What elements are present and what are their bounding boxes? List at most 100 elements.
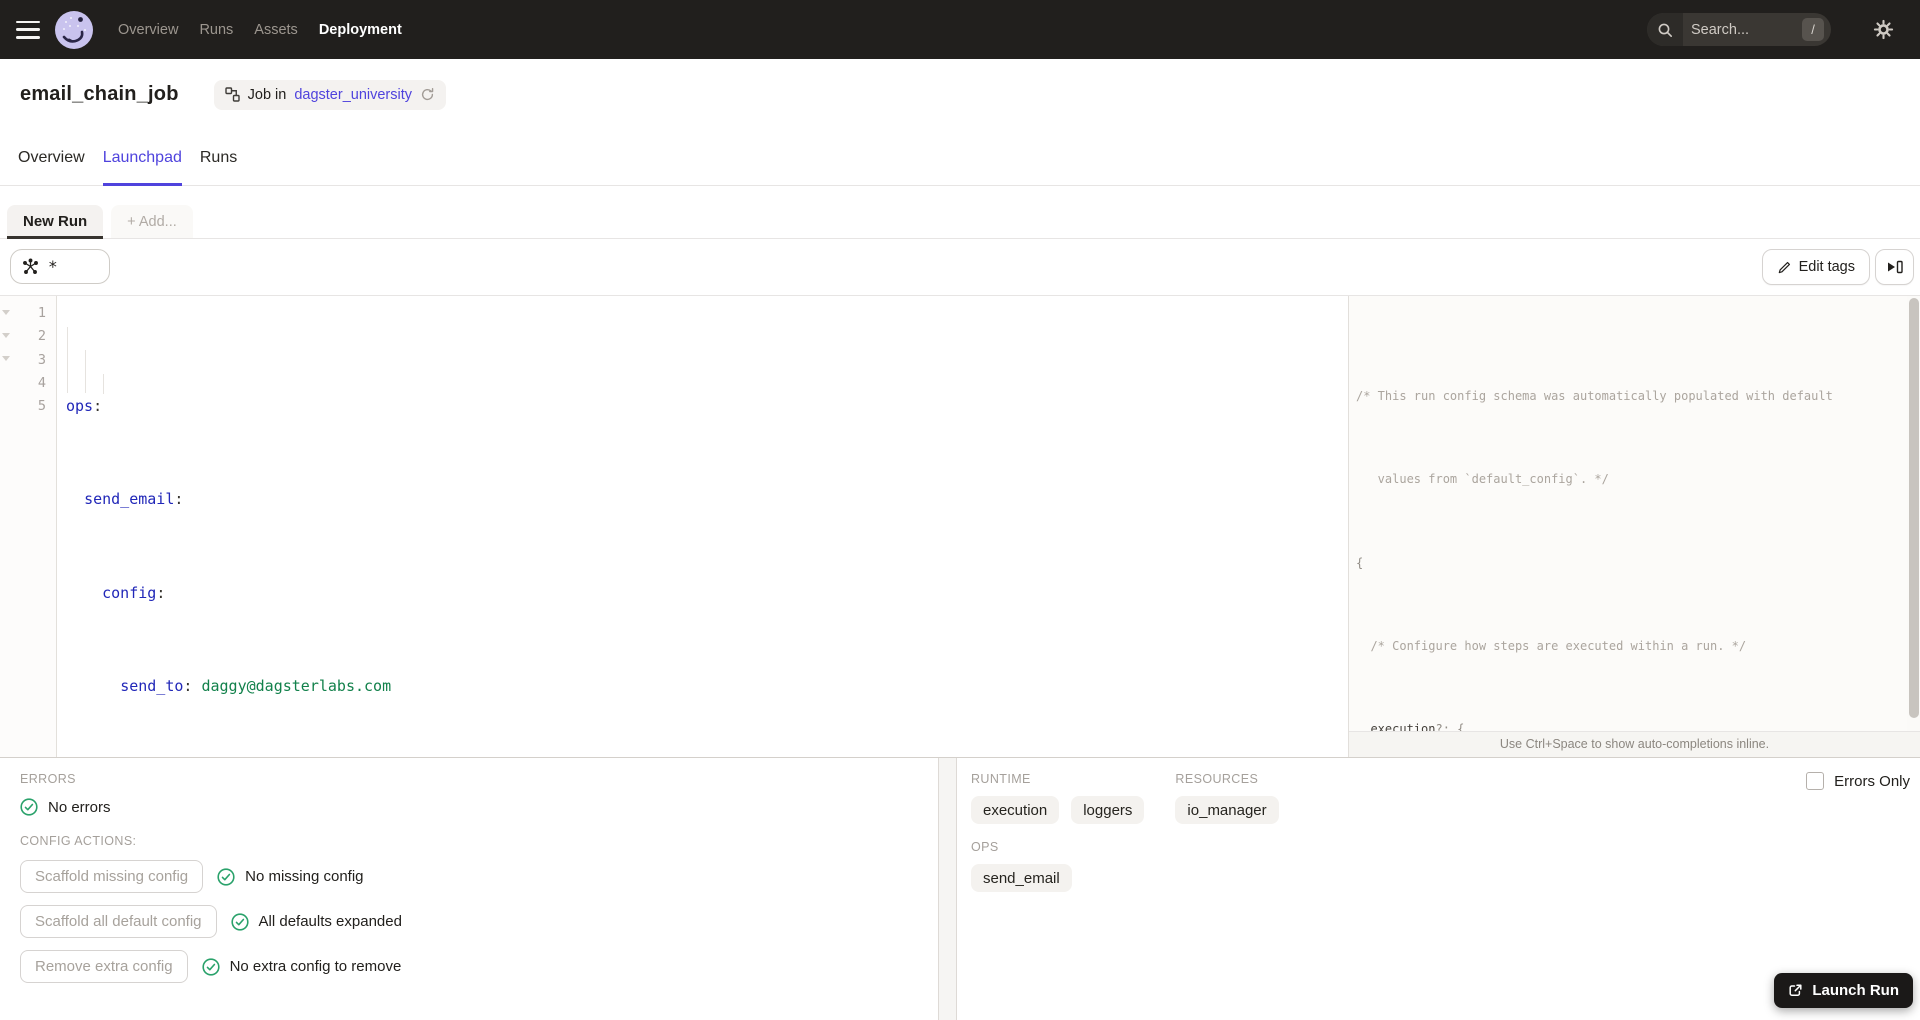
code-line: send_email: — [84, 490, 184, 509]
tab-overview[interactable]: Overview — [18, 130, 85, 185]
editor-gutter: 12345 — [0, 296, 57, 757]
config-action-button[interactable]: Scaffold missing config — [20, 860, 204, 893]
runtime-chips: execution loggers — [971, 796, 1145, 824]
check-circle-icon — [217, 867, 235, 886]
line-number: 5 — [37, 398, 46, 415]
errors-only-toggle: Errors Only — [1806, 772, 1910, 790]
panel-splitter[interactable] — [938, 758, 957, 1020]
schema-scrollbar — [1907, 296, 1920, 757]
op-chip[interactable]: send_email — [971, 864, 1072, 892]
schema-code: /* This run config schema was automatica… — [1349, 296, 1920, 757]
runtime-chip[interactable]: execution — [971, 796, 1060, 824]
settings-gear-icon[interactable] — [1873, 19, 1894, 40]
nav-item-deployment[interactable]: Deployment — [317, 16, 404, 44]
config-action-button[interactable]: Remove extra config — [20, 950, 188, 983]
fold-toggle-icon[interactable] — [2, 356, 10, 361]
status-text: No missing config — [245, 868, 364, 885]
schema-line: /* This run config schema was automatica… — [1356, 389, 1833, 404]
autocomplete-hint: Use Ctrl+Space to show auto-completions … — [1349, 731, 1920, 757]
tab-launchpad[interactable]: Launchpad — [102, 130, 183, 186]
check-circle-icon — [230, 912, 249, 931]
resources-label: RESOURCES — [1175, 772, 1259, 786]
errors-only-label: Errors Only — [1834, 772, 1910, 790]
op-selector-value: * — [48, 257, 58, 276]
runtime-label: RUNTIME — [971, 772, 1031, 786]
config-action-status: No missing config — [217, 867, 364, 886]
open-right-panel-icon — [1886, 259, 1904, 275]
resource-chip[interactable]: io_manager — [1175, 796, 1279, 824]
indent-guide — [85, 350, 86, 393]
launchpad-editor: 12345 ops: send_email: config: send_to: … — [0, 295, 1920, 757]
bottom-panel: ERRORS No errors CONFIG ACTIONS: Scaffol… — [0, 757, 1920, 1020]
launch-icon — [1788, 983, 1803, 998]
fold-toggle-icon[interactable] — [2, 310, 10, 315]
code-location-link[interactable]: dagster_university — [294, 87, 412, 103]
config-action-button[interactable]: Scaffold all default config — [20, 905, 217, 938]
no-errors-status: No errors — [20, 798, 938, 816]
edit-tags-label: Edit tags — [1798, 259, 1855, 275]
indent-guide — [103, 374, 104, 394]
fold-toggle-icon[interactable] — [2, 333, 10, 338]
errors-label: ERRORS — [20, 772, 76, 786]
runtime-and-ops-column: RUNTIME execution loggers OPS send_email — [971, 772, 1145, 892]
runtime-chip[interactable]: loggers — [1071, 796, 1145, 824]
launch-run-button[interactable]: Launch Run — [1774, 973, 1913, 1008]
op-selector-icon — [22, 258, 39, 275]
search-shortcut-key: / — [1802, 18, 1824, 41]
config-actions-list: Scaffold missing config No missing confi… — [20, 860, 938, 983]
session-tab-add[interactable]: + Add... — [111, 205, 193, 238]
main-nav: Overview Runs Assets Deployment — [116, 16, 404, 44]
job-tabs: Overview Launchpad Runs — [0, 130, 1920, 186]
check-circle-icon — [201, 957, 220, 976]
schema-line: { — [1356, 555, 1364, 570]
session-tab-new-run[interactable]: New Run — [7, 205, 104, 239]
page-header: email_chain_job Job in dagster_universit… — [0, 59, 1920, 130]
hamburger-menu-icon[interactable] — [16, 20, 40, 39]
edit-tags-button[interactable]: Edit tags — [1761, 249, 1870, 285]
resources-column: RESOURCES io_manager — [1175, 772, 1279, 892]
line-number: 4 — [37, 374, 46, 391]
nav-item-runs[interactable]: Runs — [197, 16, 235, 44]
config-action-row: Scaffold missing config No missing confi… — [20, 860, 938, 893]
job-location-badge: Job in dagster_university — [213, 79, 446, 110]
config-actions-label: CONFIG ACTIONS: — [20, 834, 137, 848]
schema-line: /* Configure how steps are executed with… — [1370, 638, 1747, 653]
nav-item-overview[interactable]: Overview — [116, 16, 180, 44]
tab-runs[interactable]: Runs — [200, 130, 237, 185]
yaml-code[interactable]: ops: send_email: config: send_to: daggy@… — [58, 296, 1348, 757]
code-line: config: — [102, 583, 166, 602]
job-icon — [224, 87, 240, 102]
indent-guide — [67, 327, 68, 393]
expand-panel-button[interactable] — [1875, 249, 1914, 285]
check-circle-icon — [20, 798, 38, 816]
status-text: No extra config to remove — [229, 958, 402, 975]
launchpad-session-tabs: New Run + Add... — [0, 205, 1920, 239]
scrollbar-thumb[interactable] — [1909, 298, 1919, 718]
status-text: All defaults expanded — [258, 913, 402, 930]
config-action-status: No extra config to remove — [201, 957, 402, 976]
job-badge-prefix: Job in — [247, 86, 287, 103]
op-selector-input[interactable]: * — [10, 249, 110, 284]
ops-label: OPS — [971, 840, 999, 854]
config-action-status: All defaults expanded — [230, 912, 402, 931]
config-editor[interactable]: 12345 ops: send_email: config: send_to: … — [0, 296, 1348, 757]
config-action-row: Scaffold all default config All defaults… — [20, 905, 938, 938]
config-schema-panel: /* This run config schema was automatica… — [1348, 296, 1920, 757]
nav-item-assets[interactable]: Assets — [252, 16, 300, 44]
search-icon — [1647, 13, 1683, 46]
code-line: send_to: daggy@dagsterlabs.com — [120, 676, 392, 695]
code-line: ops: — [66, 397, 103, 416]
reload-icon[interactable] — [420, 87, 435, 102]
pencil-icon — [1777, 260, 1791, 274]
errors-panel: ERRORS No errors CONFIG ACTIONS: Scaffol… — [0, 758, 938, 1020]
search-placeholder: Search... — [1691, 21, 1750, 38]
config-action-row: Remove extra config No extra config to r… — [20, 950, 938, 983]
launch-run-label: Launch Run — [1812, 982, 1899, 999]
dagster-logo[interactable] — [54, 10, 94, 50]
top-navbar: Overview Runs Assets Deployment Search..… — [0, 0, 1920, 59]
resource-chips: io_manager — [1175, 796, 1279, 824]
global-search-input[interactable]: Search... / — [1647, 13, 1831, 46]
no-errors-text: No errors — [48, 798, 111, 816]
schema-line: values from `default_config`. */ — [1356, 472, 1609, 487]
errors-only-checkbox[interactable] — [1806, 772, 1825, 790]
